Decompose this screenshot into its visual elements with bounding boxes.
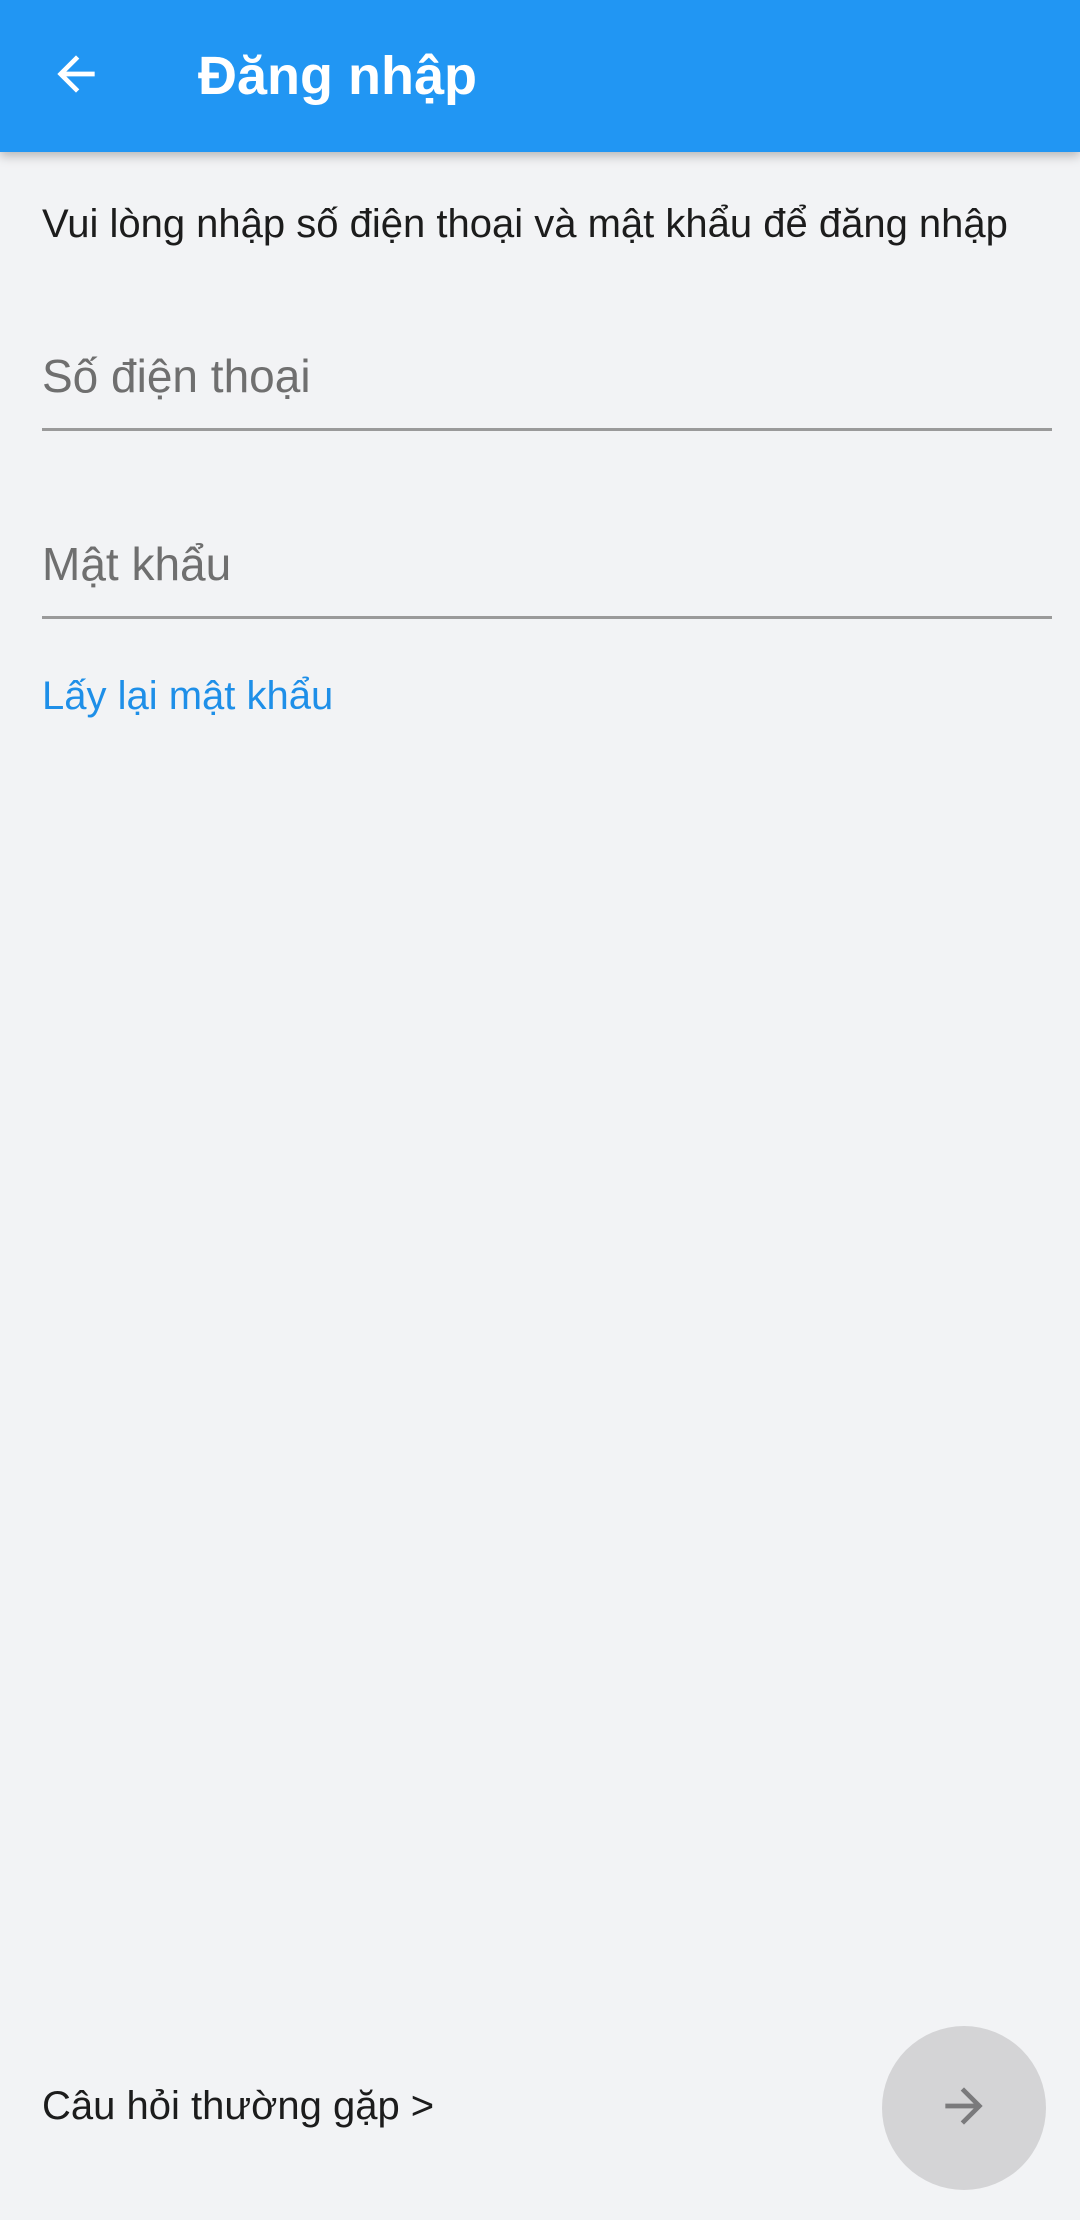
login-screen: Đăng nhập Vui lòng nhập số điện thoại và…: [0, 0, 1080, 2220]
password-field: [42, 516, 1052, 619]
back-button[interactable]: [28, 28, 124, 124]
arrow-left-icon: [48, 46, 104, 107]
page-title: Đăng nhập: [198, 46, 477, 106]
phone-field: [42, 328, 1052, 431]
login-instruction: Vui lòng nhập số điện thoại và mật khẩu …: [42, 202, 1008, 246]
phone-input[interactable]: [42, 328, 1052, 424]
password-input[interactable]: [42, 516, 1052, 612]
app-bar: Đăng nhập: [0, 0, 1080, 152]
faq-link[interactable]: Câu hỏi thường gặp >: [42, 2078, 434, 2134]
arrow-right-icon: [936, 2078, 992, 2139]
forgot-password-link[interactable]: Lấy lại mật khẩu: [42, 668, 333, 724]
next-button[interactable]: [882, 2026, 1046, 2190]
